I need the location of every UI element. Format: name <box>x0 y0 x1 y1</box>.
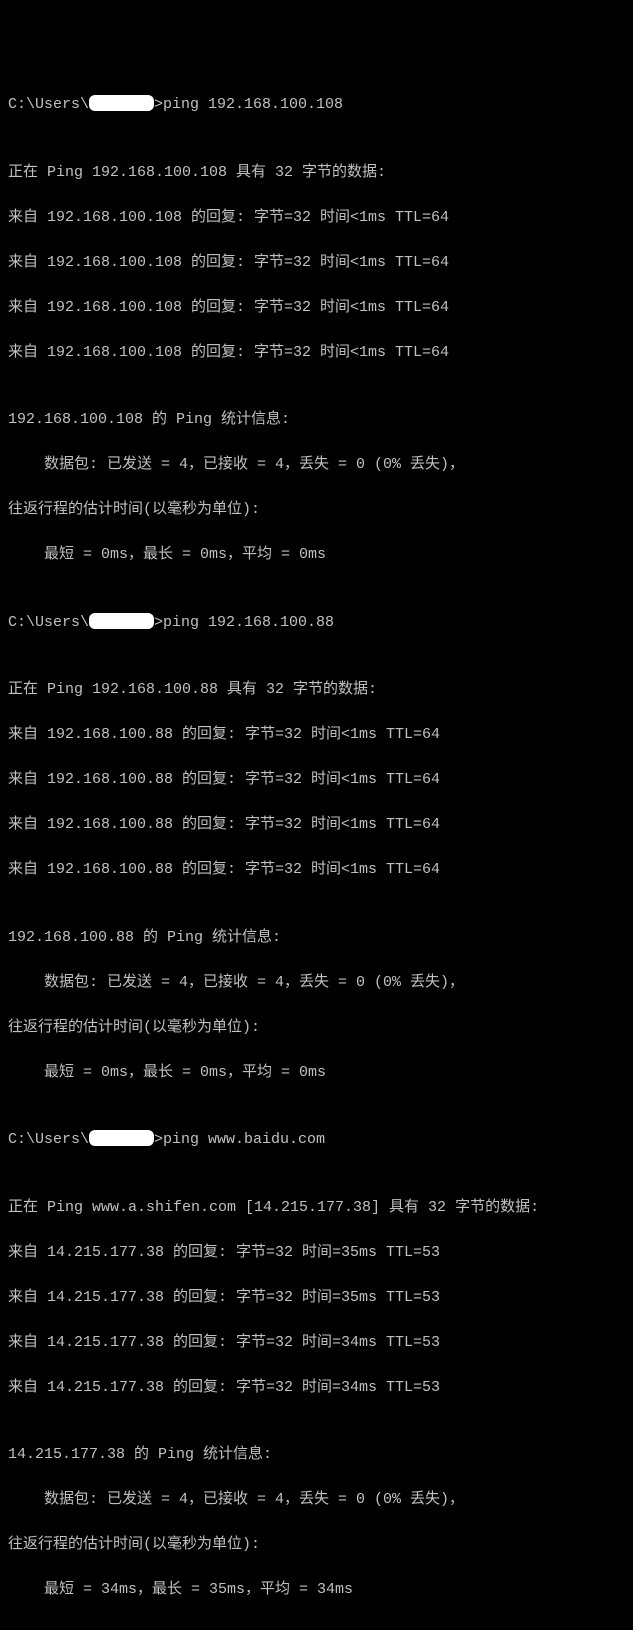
ping-rtt: 最短 = 34ms，最长 = 35ms，平均 = 34ms <box>8 1579 625 1602</box>
ping-reply: 来自 14.215.177.38 的回复: 字节=32 时间=34ms TTL=… <box>8 1332 625 1355</box>
ping-stats-header: 14.215.177.38 的 Ping 统计信息: <box>8 1444 625 1467</box>
ping-reply: 来自 192.168.100.88 的回复: 字节=32 时间<1ms TTL=… <box>8 814 625 837</box>
prompt-prefix: C:\Users\ <box>8 614 89 631</box>
ping-rtt: 最短 = 0ms，最长 = 0ms，平均 = 0ms <box>8 544 625 567</box>
terminal-output[interactable]: C:\Users\>ping 192.168.100.108 正在 Ping 1… <box>8 94 625 1630</box>
command-text: ping 192.168.100.88 <box>163 614 334 631</box>
ping-header: 正在 Ping 192.168.100.88 具有 32 字节的数据: <box>8 679 625 702</box>
ping-reply: 来自 192.168.100.108 的回复: 字节=32 时间<1ms TTL… <box>8 342 625 365</box>
ping-reply: 来自 192.168.100.88 的回复: 字节=32 时间<1ms TTL=… <box>8 724 625 747</box>
command-text: ping 192.168.100.108 <box>163 96 343 113</box>
redacted-username <box>89 95 154 111</box>
ping-rtt-header: 往返行程的估计时间(以毫秒为单位): <box>8 1534 625 1557</box>
ping-reply: 来自 192.168.100.108 的回复: 字节=32 时间<1ms TTL… <box>8 297 625 320</box>
command-text: ping www.baidu.com <box>163 1131 325 1148</box>
ping-reply: 来自 192.168.100.108 的回复: 字节=32 时间<1ms TTL… <box>8 252 625 275</box>
ping-reply: 来自 192.168.100.88 的回复: 字节=32 时间<1ms TTL=… <box>8 859 625 882</box>
ping-reply: 来自 192.168.100.88 的回复: 字节=32 时间<1ms TTL=… <box>8 769 625 792</box>
redacted-username <box>89 613 154 629</box>
prompt-suffix: > <box>154 1131 163 1148</box>
prompt-line-1: C:\Users\ >ping 192.168.100.108 <box>8 94 625 117</box>
ping-reply: 来自 14.215.177.38 的回复: 字节=32 时间=35ms TTL=… <box>8 1242 625 1265</box>
ping-packets: 数据包: 已发送 = 4，已接收 = 4，丢失 = 0 (0% 丢失)， <box>8 972 625 995</box>
ping-rtt: 最短 = 0ms，最长 = 0ms，平均 = 0ms <box>8 1062 625 1085</box>
ping-stats-header: 192.168.100.108 的 Ping 统计信息: <box>8 409 625 432</box>
prompt-prefix: C:\Users\ <box>8 1131 89 1148</box>
ping-header: 正在 Ping www.a.shifen.com [14.215.177.38]… <box>8 1197 625 1220</box>
ping-stats-header: 192.168.100.88 的 Ping 统计信息: <box>8 927 625 950</box>
ping-rtt-header: 往返行程的估计时间(以毫秒为单位): <box>8 1017 625 1040</box>
ping-packets: 数据包: 已发送 = 4，已接收 = 4，丢失 = 0 (0% 丢失)， <box>8 454 625 477</box>
prompt-suffix: > <box>154 96 163 113</box>
prompt-suffix: > <box>154 614 163 631</box>
ping-header: 正在 Ping 192.168.100.108 具有 32 字节的数据: <box>8 162 625 185</box>
ping-reply: 来自 14.215.177.38 的回复: 字节=32 时间=34ms TTL=… <box>8 1377 625 1400</box>
ping-reply: 来自 14.215.177.38 的回复: 字节=32 时间=35ms TTL=… <box>8 1287 625 1310</box>
prompt-line-3: C:\Users\ >ping www.baidu.com <box>8 1129 625 1152</box>
ping-rtt-header: 往返行程的估计时间(以毫秒为单位): <box>8 499 625 522</box>
prompt-line-2: C:\Users\ >ping 192.168.100.88 <box>8 612 625 635</box>
ping-packets: 数据包: 已发送 = 4，已接收 = 4，丢失 = 0 (0% 丢失)， <box>8 1489 625 1512</box>
redacted-username <box>89 1130 154 1146</box>
ping-reply: 来自 192.168.100.108 的回复: 字节=32 时间<1ms TTL… <box>8 207 625 230</box>
prompt-prefix: C:\Users\ <box>8 96 89 113</box>
